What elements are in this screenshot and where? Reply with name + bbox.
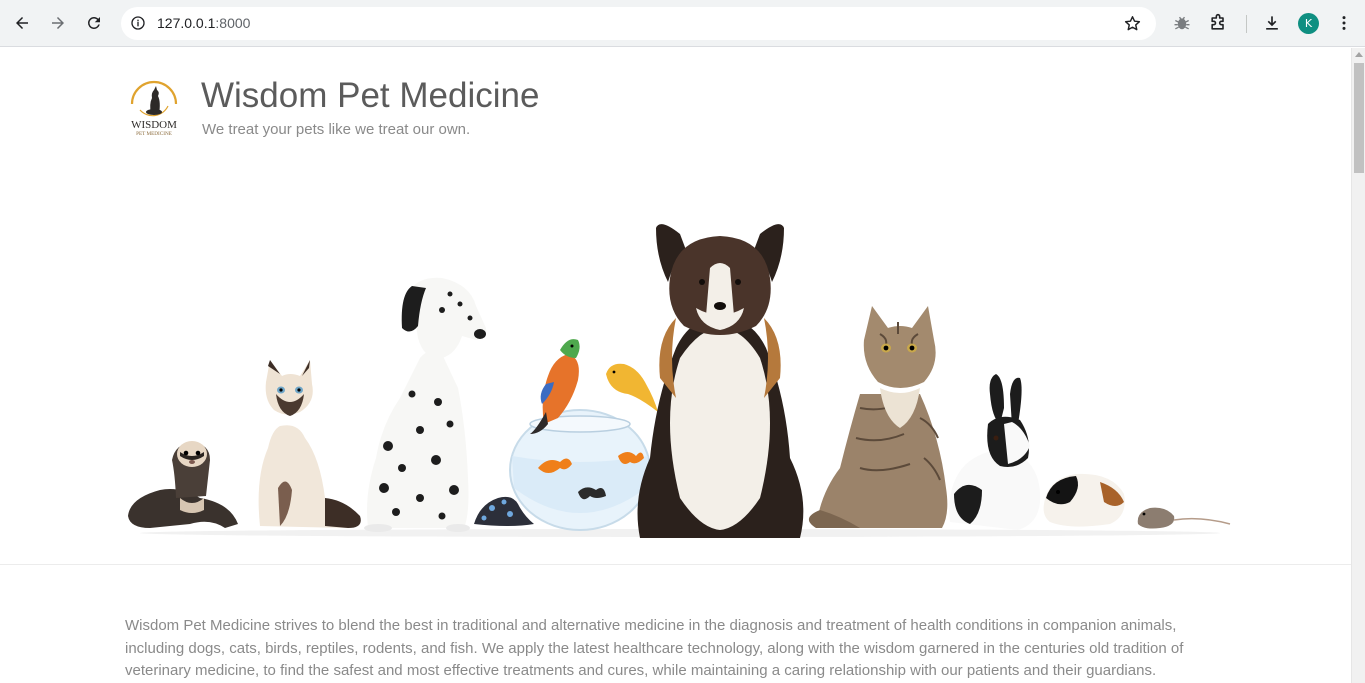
info-icon[interactable] — [130, 15, 146, 31]
bug-icon[interactable] — [1172, 13, 1192, 33]
download-icon[interactable] — [1262, 13, 1282, 33]
logo-text: WISDOM — [131, 119, 177, 131]
page-title: Wisdom Pet Medicine — [201, 76, 540, 115]
logo-subtext: PET MEDICINE — [136, 131, 172, 137]
canary-image — [606, 363, 658, 412]
logo-base — [146, 109, 162, 115]
tagline: We treat your pets like we treat our own… — [202, 121, 471, 138]
ferret-image — [128, 441, 238, 528]
star-icon[interactable] — [1123, 14, 1142, 33]
hero-pets-image — [128, 224, 1231, 538]
url-port: :8000 — [215, 15, 251, 31]
section-divider — [0, 564, 1351, 565]
guinea-pig-image — [1043, 473, 1125, 527]
url-host: 127.0.0.1 — [157, 15, 216, 31]
scroll-thumb[interactable] — [1354, 63, 1364, 173]
puzzle-icon[interactable] — [1208, 13, 1228, 33]
toolbar-divider — [1246, 15, 1247, 33]
address-bar[interactable]: 127.0.0.1:8000 — [121, 7, 1156, 40]
url-text[interactable]: 127.0.0.1:8000 — [157, 15, 250, 31]
intro-paragraph: Wisdom Pet Medicine strives to blend the… — [125, 617, 1184, 679]
arrow-left-icon — [16, 17, 28, 29]
collie-image — [637, 224, 804, 538]
mouse-image — [1137, 507, 1231, 529]
maine-coon-cat-image — [808, 306, 948, 528]
dalmatian-image — [364, 277, 487, 532]
back-button[interactable] — [7, 8, 37, 38]
browser-toolbar: 127.0.0.1:8000 K — [0, 0, 1365, 47]
page-viewport: WISDOM PET MEDICINE Wisdom Pet Medicine … — [0, 48, 1351, 683]
arrow-right-icon — [52, 17, 64, 29]
siamese-cat-image — [258, 360, 361, 528]
logo[interactable]: WISDOM PET MEDICINE — [124, 74, 184, 138]
kebab-menu-icon[interactable] — [1334, 13, 1354, 33]
fishbowl-image — [509, 409, 651, 531]
reload-button[interactable] — [79, 8, 109, 38]
reload-icon — [87, 16, 100, 29]
scroll-up-arrow-icon[interactable] — [1355, 52, 1363, 57]
forward-button[interactable] — [43, 8, 73, 38]
page-scrollbar[interactable] — [1351, 48, 1365, 683]
rabbit-image — [949, 374, 1041, 530]
profile-avatar[interactable]: K — [1298, 13, 1319, 34]
